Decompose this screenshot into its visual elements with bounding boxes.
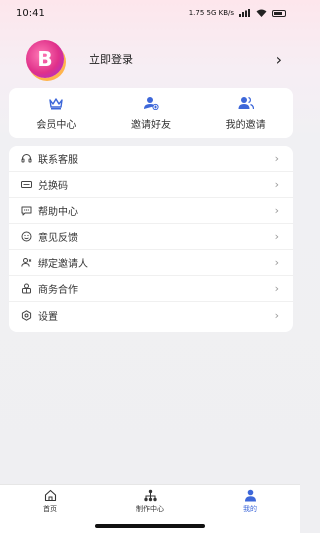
menu-item-label: 兑换码 [38,181,68,192]
menu-list: 联系客服 › 兑换码 › 帮助中心 › 意见反馈 › 绑定邀请人 › 商务合作 … [9,146,293,332]
tab-creation-center[interactable]: 制作中心 [110,489,190,514]
chevron-right-icon: › [274,152,279,165]
login-label[interactable]: 立即登录 [89,51,276,67]
bottom-tab-bar: 首页 制作中心 我的 [0,484,300,517]
signal-icon [239,9,250,17]
users-icon [238,96,254,109]
menu-item-business[interactable]: 商务合作 › [9,276,293,302]
sitemap-icon [143,489,157,501]
feedback-icon [21,231,32,242]
menu-item-redeem-code[interactable]: 兑换码 › [9,172,293,198]
chevron-right-icon: › [274,256,279,269]
help-chat-icon [21,206,32,216]
menu-item-label: 联系客服 [38,155,78,166]
menu-item-help-center[interactable]: 帮助中心 › [9,198,293,224]
chevron-right-icon: › [274,204,279,217]
quick-action-label: 邀请好友 [130,119,171,131]
quick-actions-card: 会员中心 邀请好友 我的邀请 [9,88,293,138]
quick-action-label: 我的邀请 [225,119,266,131]
quick-action-label: 会员中心 [36,119,77,131]
add-user-icon [143,96,159,110]
chevron-right-icon: › [274,308,279,322]
menu-item-label: 绑定邀请人 [38,259,88,270]
chevron-right-icon: › [274,282,279,295]
menu-item-label: 帮助中心 [38,207,78,218]
menu-item-label: 商务合作 [38,285,78,296]
quick-action-membership[interactable]: 会员中心 [16,96,96,131]
tab-home[interactable]: 首页 [10,489,90,514]
battery-icon [272,9,286,17]
status-icons: 1.75 5G KB/s [189,9,286,17]
tab-label: 首页 [43,504,57,513]
home-icon [44,489,56,501]
tab-mine[interactable]: 我的 [210,489,290,514]
chevron-right-icon[interactable]: › [276,50,282,69]
home-indicator [95,524,205,528]
menu-item-label: 意见反馈 [38,233,78,244]
menu-item-contact-service[interactable]: 联系客服 › [9,146,293,172]
menu-item-bind-inviter[interactable]: 绑定邀请人 › [9,250,293,276]
person-icon [244,489,256,501]
menu-item-feedback[interactable]: 意见反馈 › [9,224,293,250]
chevron-right-icon: › [274,230,279,243]
ticket-icon [21,181,32,188]
app-logo: B [26,40,64,78]
quick-action-invite[interactable]: 邀请好友 [111,96,191,131]
headset-icon [21,154,32,163]
menu-item-label: 设置 [38,311,58,323]
profile-header[interactable]: B 立即登录 › [0,36,300,82]
quick-action-my-invites[interactable]: 我的邀请 [206,96,286,131]
business-icon [22,283,31,294]
crown-icon [49,97,64,109]
chevron-right-icon: › [274,178,279,191]
bind-user-icon [21,258,32,267]
tab-label: 制作中心 [136,504,164,513]
network-speed: 1.75 5G KB/s [188,9,234,17]
tab-label: 我的 [243,504,257,513]
status-time: 10:41 [16,7,45,19]
settings-icon [21,309,32,321]
menu-item-settings[interactable]: 设置 › [9,302,293,328]
status-bar: 10:41 1.75 5G KB/s [0,0,300,26]
wifi-icon [256,9,267,17]
